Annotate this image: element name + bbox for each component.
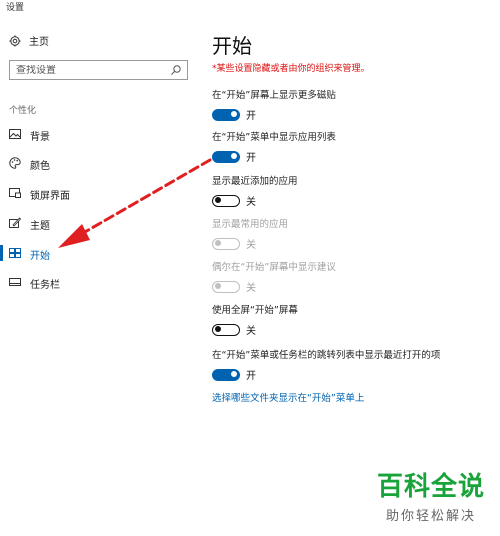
toggle-switch[interactable] [212, 194, 240, 207]
sidebar-item-background[interactable]: 背景 [0, 123, 200, 145]
toggle-state: 开 [246, 153, 256, 164]
sidebar-item-start[interactable]: 开始 [0, 242, 200, 264]
watermark-main: 百科全说 [376, 472, 485, 502]
toggle-switch[interactable] [212, 108, 240, 121]
toggle-state: 关 [246, 326, 256, 337]
sidebar-item-label: 颜色 [30, 161, 50, 172]
toggle-switch [212, 237, 240, 250]
sidebar-item-label: 主题 [30, 221, 50, 232]
setting-label: 显示最常用的应用 [212, 219, 289, 230]
picture-icon [9, 129, 21, 139]
policy-warning: *某些设置隐藏或者由你的组织来管理。 [212, 64, 370, 74]
setting-label: 在“开始”屏幕上显示更多磁贴 [212, 90, 336, 101]
section-label: 个性化 [9, 106, 37, 116]
setting-label: 偶尔在“开始”屏幕中显示建议 [212, 262, 336, 273]
setting-recent-items: 在“开始”菜单或任务栏的跳转列表中显示最近打开的项 开 [212, 347, 500, 382]
setting-label: 使用全屏“开始”屏幕 [212, 305, 298, 316]
toggle-state: 关 [246, 197, 256, 208]
gear-icon [9, 35, 21, 46]
taskbar-icon [9, 278, 21, 286]
toggle-switch [212, 280, 240, 293]
watermark-sub: 助你轻松解决 [385, 509, 476, 524]
toggle-switch[interactable] [212, 150, 240, 163]
home-label: 主页 [29, 37, 49, 48]
search-input[interactable] [16, 64, 166, 76]
setting-label: 在“开始”菜单中显示应用列表 [212, 132, 336, 143]
toggle-switch[interactable] [212, 368, 240, 381]
setting-most-used: 显示最常用的应用 关 [212, 216, 500, 251]
theme-icon [9, 217, 21, 228]
page-title: 开始 [212, 34, 252, 58]
search-box[interactable] [9, 60, 188, 80]
toggle-state: 开 [246, 111, 256, 122]
setting-suggestions: 偶尔在“开始”屏幕中显示建议 关 [212, 259, 500, 294]
toggle-switch[interactable] [212, 323, 240, 336]
active-indicator [0, 245, 3, 261]
sidebar-item-label: 开始 [30, 251, 50, 262]
sidebar-item-label: 任务栏 [30, 280, 60, 291]
watermark: 百科全说 助你轻松解决 [377, 466, 485, 524]
setting-label: 在“开始”菜单或任务栏的跳转列表中显示最近打开的项 [212, 350, 441, 361]
sidebar-item-label: 背景 [30, 132, 50, 143]
sidebar-item-label: 锁屏界面 [30, 191, 70, 202]
sidebar-item-taskbar[interactable]: 任务栏 [0, 271, 200, 293]
setting-app-list: 在“开始”菜单中显示应用列表 开 [212, 129, 500, 164]
start-icon [9, 248, 21, 258]
setting-fullscreen-start: 使用全屏“开始”屏幕 关 [212, 302, 500, 337]
toggle-state: 开 [246, 371, 256, 382]
search-icon[interactable] [170, 64, 182, 76]
sidebar: 主页 个性化 背景 颜色 锁屏界面 主题 [0, 0, 200, 536]
choose-folders-link[interactable]: 选择哪些文件夹显示在“开始”菜单上 [212, 390, 364, 404]
sidebar-item-themes[interactable]: 主题 [0, 212, 200, 234]
setting-recently-added: 显示最近添加的应用 关 [212, 173, 500, 208]
setting-label: 显示最近添加的应用 [212, 176, 298, 187]
sidebar-item-lock-screen[interactable]: 锁屏界面 [0, 182, 200, 204]
toggle-state: 关 [246, 283, 256, 294]
setting-more-tiles: 在“开始”屏幕上显示更多磁贴 开 [212, 87, 500, 122]
palette-icon [9, 157, 21, 169]
toggle-state: 关 [246, 240, 256, 251]
sidebar-item-colors[interactable]: 颜色 [0, 152, 200, 174]
home-nav-item[interactable]: 主页 [9, 33, 49, 48]
lock-screen-icon [9, 188, 21, 198]
